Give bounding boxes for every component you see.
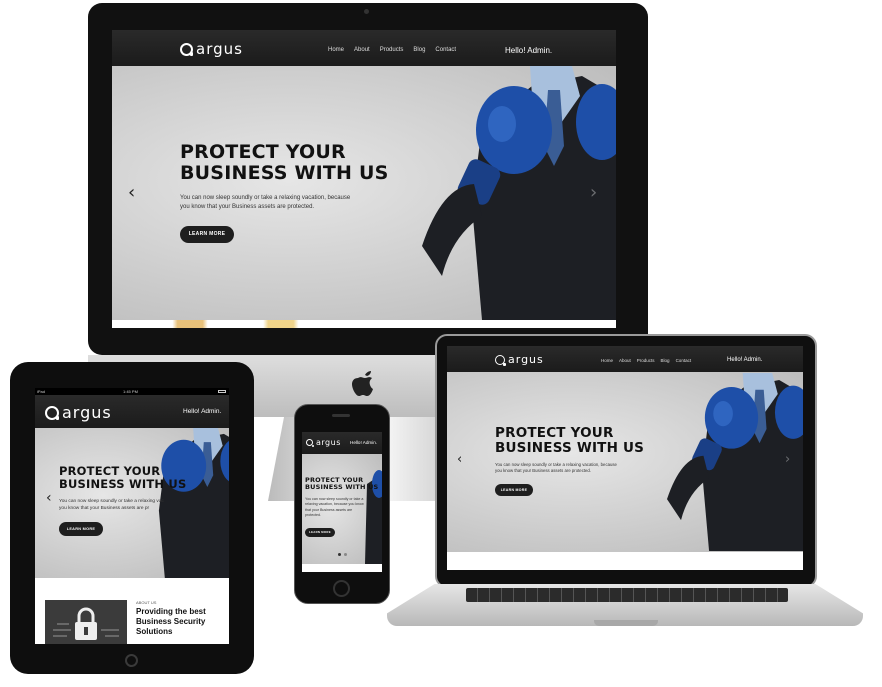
laptop-navbar: argus Home About Products Blog Contact H… <box>447 346 803 372</box>
phone-home-button[interactable] <box>333 580 350 597</box>
imac-screen: argus Home About Products Blog Contact H… <box>112 30 616 328</box>
learn-more-button[interactable]: LEARN MORE <box>180 226 234 243</box>
hero-description: You can now sleep soundly or take a rela… <box>59 498 164 512</box>
hero-prev-arrow[interactable]: ‹ <box>46 490 52 506</box>
imac-logo[interactable]: argus <box>180 40 243 58</box>
laptop-menu: Home About Products Blog Contact <box>601 358 691 363</box>
greeting[interactable]: Hello! Admin. <box>183 408 221 415</box>
hero-headline-line2: BUSINESS WITH US <box>180 162 389 185</box>
tablet-navbar: argus Hello! Admin. <box>35 395 229 428</box>
tablet-status-bar: iPad 1:45 PM <box>35 388 229 395</box>
hero-description: You can now sleep soundly or take a rela… <box>495 462 617 475</box>
tablet-logo[interactable]: argus <box>45 403 112 422</box>
nav-products[interactable]: Products <box>637 358 655 363</box>
logo-text: argus <box>62 403 112 422</box>
nav-products[interactable]: Products <box>380 47 404 53</box>
laptop-logo[interactable]: argus <box>495 353 544 366</box>
learn-more-button[interactable]: LEARN MORE <box>495 484 533 496</box>
imac-menu: Home About Products Blog Contact <box>328 47 456 53</box>
hero-headline-line1: PROTECT YOUR <box>495 425 614 441</box>
tablet-hero: ‹ PROTECT YOUR BUSINESS WITH US You can … <box>35 428 229 578</box>
status-time: 1:45 PM <box>123 389 138 394</box>
status-carrier: iPad <box>37 389 46 394</box>
nav-blog[interactable]: Blog <box>413 47 425 53</box>
laptop-hero: ‹ › PROTECT YOUR BUSINESS WITH US You ca… <box>447 372 803 552</box>
phone-screen: argus Hello! Admin. PROTECT YOUR BUSINES… <box>302 432 382 572</box>
greeting[interactable]: Hello! Admin. <box>727 357 762 363</box>
carousel-dot[interactable] <box>344 553 347 556</box>
logo-text: argus <box>508 353 544 366</box>
hero-description-line1: You can now sleep soundly or take a <box>305 497 364 501</box>
hero-headline-line2: BUSINESS WITH US <box>305 483 379 492</box>
about-title-line3: Solutions <box>136 627 173 636</box>
hero-description-line2: you know that your Business assets are p… <box>495 468 592 474</box>
logo-mark-icon <box>180 42 193 56</box>
hero-headline-line2: BUSINESS WITH US <box>495 440 645 457</box>
phone-navbar: argus Hello! Admin. <box>302 432 382 454</box>
nav-about[interactable]: About <box>354 47 370 53</box>
carousel-dot-active[interactable] <box>338 553 341 556</box>
hero-headline: PROTECT YOUR BUSINESS WITH US <box>59 465 186 491</box>
about-title: Providing the best Business Security Sol… <box>136 607 206 637</box>
imac-color-strip <box>112 320 616 328</box>
nav-home[interactable]: Home <box>328 47 344 53</box>
lock-circuit-image <box>45 600 127 644</box>
hero-headline: PROTECT YOUR BUSINESS WITH US <box>305 476 379 492</box>
hero-next-arrow[interactable]: › <box>590 182 597 203</box>
laptop-trackpad <box>594 620 658 626</box>
phone-speaker <box>332 414 350 417</box>
hero-headline-line2: BUSINESS WITH US <box>59 476 187 491</box>
learn-more-button[interactable]: LEARN MORE <box>305 528 335 537</box>
logo-text: argus <box>316 438 341 447</box>
imac-hero: ‹ › PROTECT YOUR BUSINESS WITH US You ca… <box>112 66 616 320</box>
hero-description: You can now sleep soundly or take a rela… <box>180 194 350 212</box>
businessman-image <box>667 372 803 552</box>
nav-blog[interactable]: Blog <box>661 358 670 363</box>
hero-prev-arrow[interactable]: ‹ <box>128 182 135 203</box>
about-title-line1: Providing the best <box>136 607 206 616</box>
laptop-screen: argus Home About Products Blog Contact H… <box>447 346 803 570</box>
hero-description-line1: You can now sleep soundly or take a rela… <box>59 499 164 504</box>
hero-description-line1: You can now sleep soundly or take a rela… <box>495 462 617 467</box>
nav-contact[interactable]: Contact <box>676 358 692 363</box>
apple-logo-icon <box>352 366 378 398</box>
tablet-about-section: ABOUT US Providing the best Business Sec… <box>35 578 229 644</box>
tablet-screen: iPad 1:45 PM argus Hello! Admin. ‹ PROTE… <box>35 388 229 644</box>
imac-camera <box>364 9 369 14</box>
hero-description-line2: you know that your Business assets are p… <box>180 204 315 210</box>
hero-prev-arrow[interactable]: ‹ <box>457 452 462 467</box>
greeting[interactable]: Hello! Admin. <box>350 440 377 445</box>
nav-home[interactable]: Home <box>601 358 613 363</box>
about-title-line2: Business Security <box>136 617 206 626</box>
hero-next-arrow[interactable]: › <box>785 452 790 467</box>
businessman-image <box>422 66 616 320</box>
hero-description-line4: protected. <box>305 513 321 518</box>
laptop-keyboard <box>466 588 788 602</box>
logo-mark-icon <box>495 354 506 366</box>
logo-mark-icon <box>45 405 59 420</box>
hero-description: You can now sleep soundly or take a rela… <box>305 497 364 519</box>
businessman-image <box>158 428 229 578</box>
carousel-dots <box>338 553 347 556</box>
logo-mark-icon <box>306 439 314 447</box>
nav-contact[interactable]: Contact <box>435 47 456 53</box>
hero-description-line3: that your Business assets are <box>305 507 353 512</box>
phone-logo[interactable]: argus <box>306 438 341 447</box>
hero-headline: PROTECT YOUR BUSINESS WITH US <box>495 425 645 457</box>
learn-more-button[interactable]: LEARN MORE <box>59 522 103 536</box>
battery-icon <box>218 390 226 393</box>
businessman-image <box>365 470 382 564</box>
hero-description-line2: relaxing vacation, because you know <box>305 502 364 507</box>
hero-description-line1: You can now sleep soundly or take a rela… <box>180 195 351 201</box>
hero-description-line2: you know that your Business assets are p… <box>59 506 150 512</box>
tablet-home-button[interactable] <box>125 654 138 667</box>
greeting[interactable]: Hello! Admin. <box>505 46 552 55</box>
imac-navbar: argus Home About Products Blog Contact H… <box>112 30 616 66</box>
about-section-label: ABOUT US <box>136 600 157 605</box>
hero-headline-line1: PROTECT YOUR <box>180 141 346 163</box>
hero-headline: PROTECT YOUR BUSINESS WITH US <box>180 141 389 185</box>
phone-hero: PROTECT YOUR BUSINESS WITH US You can no… <box>302 454 382 564</box>
logo-text: argus <box>196 40 243 58</box>
nav-about[interactable]: About <box>619 358 631 363</box>
